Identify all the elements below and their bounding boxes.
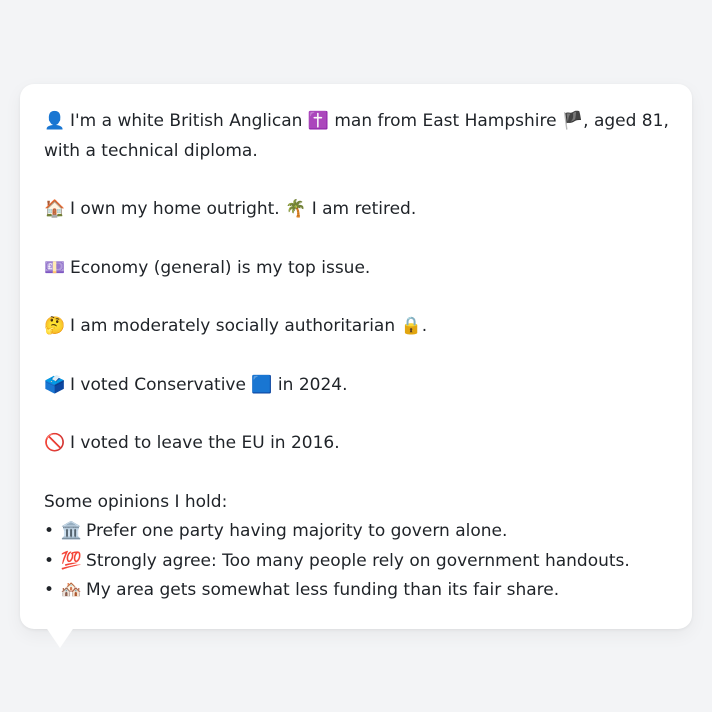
- bullet: •: [44, 521, 55, 541]
- home-line: 🏠 I own my home outright. 🌴 I am retired.: [44, 195, 670, 225]
- persona-message-bubble: 👤 I'm a white British Anglican ✝️ man fro…: [20, 84, 692, 629]
- vote-text-2: in 2024.: [277, 374, 348, 395]
- palm-tree-icon: 🌴: [285, 199, 307, 219]
- eu-line: 🚫 I voted to leave the EU in 2016.: [44, 429, 670, 459]
- bullet: •: [44, 550, 55, 571]
- vote-text-1: I voted Conservative: [70, 374, 246, 395]
- intro-line-2: with a technical diploma.: [44, 137, 670, 167]
- intro-text-2: man from East Hampshire: [334, 111, 557, 131]
- opinions-heading: Some opinions I hold:: [44, 491, 228, 512]
- classical-building-icon: 🏛️: [60, 521, 82, 541]
- social-line: 🤔 I am moderately socially authoritarian …: [44, 312, 670, 342]
- eu-text: I voted to leave the EU in 2016.: [70, 433, 340, 453]
- home-text: I own my home outright.: [70, 199, 280, 219]
- opinion-text: Prefer one party having majority to gove…: [86, 521, 508, 541]
- social-end: .: [421, 316, 428, 336]
- opinion-text: My area gets somewhat less funding than …: [86, 580, 560, 600]
- hundred-points-icon: 💯: [60, 550, 82, 571]
- pound-note-icon: 💷: [44, 257, 66, 278]
- intro-text-1: I'm a white British Anglican: [70, 111, 303, 131]
- bubble-tail: [41, 620, 79, 648]
- intro-line: 👤 I'm a white British Anglican ✝️ man fro…: [44, 107, 670, 137]
- opinion-item: • 🏘️ My area gets somewhat less funding th…: [44, 576, 670, 606]
- lock-icon: 🔒: [400, 316, 422, 336]
- prohibited-icon: 🚫: [44, 433, 66, 453]
- house-icon: 🏠: [44, 199, 66, 219]
- opinion-text: Strongly agree: Too many people rely on …: [86, 550, 630, 571]
- opinion-item: • 🏛️ Prefer one party having majority to g…: [44, 517, 670, 547]
- issue-text: Economy (general) is my top issue.: [70, 257, 371, 278]
- opinion-item: • 💯 Strongly agree: Too many people rely o…: [44, 547, 670, 577]
- issue-line: 💷 Economy (general) is my top issue.: [44, 254, 670, 284]
- bullet: •: [44, 580, 55, 600]
- ballot-box-icon: 🗳️: [44, 374, 66, 395]
- blue-square-icon: 🟦: [251, 374, 273, 395]
- retired-text: I am retired.: [311, 199, 417, 219]
- houses-icon: 🏘️: [60, 580, 82, 600]
- vote-line: 🗳️ I voted Conservative 🟦 in 2024.: [44, 371, 670, 401]
- intro-text-3: , aged 81,: [583, 111, 669, 131]
- person-icon: 👤: [44, 111, 66, 131]
- cross-icon: ✝️: [307, 111, 329, 131]
- england-flag-icon: 🏴: [561, 111, 584, 131]
- intro-text-4: with a technical diploma.: [44, 140, 258, 161]
- social-text: I am moderately socially authoritarian: [70, 316, 396, 336]
- thinking-face-icon: 🤔: [44, 316, 66, 336]
